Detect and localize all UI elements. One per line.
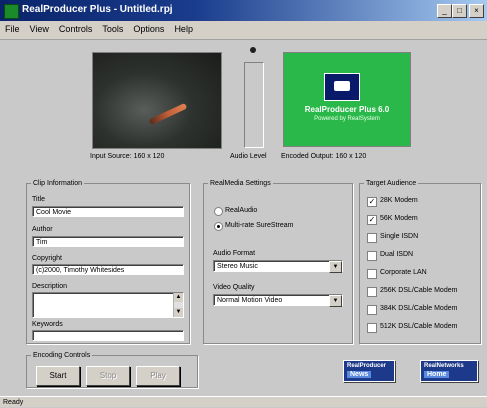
encoded-output-caption: Encoded Output: 160 x 120	[281, 153, 367, 160]
encoded-output-preview: RealProducer Plus 6.0 Powered by RealSys…	[283, 52, 411, 147]
minimize-button[interactable]: _	[437, 4, 452, 18]
target-audience-checkbox[interactable]	[367, 287, 377, 297]
target-audience-label: Corporate LAN	[380, 269, 427, 276]
realaudio-label: RealAudio	[225, 207, 258, 214]
author-field[interactable]: Tim	[32, 236, 184, 247]
target-audience-checkbox[interactable]	[367, 251, 377, 261]
target-audience-checkbox[interactable]	[367, 233, 377, 243]
realnetworks-home-button[interactable]: RealNetworks Home	[420, 360, 478, 382]
title-field[interactable]: Cool Movie	[32, 206, 184, 217]
menu-options[interactable]: Options	[128, 21, 169, 34]
author-label: Author	[32, 226, 53, 233]
keywords-field[interactable]	[32, 330, 184, 341]
encoding-controls-legend: Encoding Controls	[33, 352, 91, 359]
status-bar: Ready	[0, 396, 487, 407]
menu-view[interactable]: View	[25, 21, 54, 34]
start-button[interactable]: Start	[36, 366, 80, 386]
realproducer-logo-icon	[324, 73, 360, 101]
target-audience-label: Single ISDN	[380, 233, 419, 240]
target-audience-checkbox[interactable]	[367, 323, 377, 333]
description-scrollbar[interactable]: ▲ ▼	[173, 293, 183, 317]
news-badge-bottom: News	[347, 371, 372, 378]
target-audience-legend: Target Audience	[366, 180, 417, 187]
menu-bar: File View Controls Tools Options Help	[0, 21, 487, 40]
encoded-output-subtitle: Powered by RealSystem	[314, 116, 380, 122]
scroll-down-icon[interactable]: ▼	[174, 308, 183, 317]
realmedia-settings-legend: RealMedia Settings	[210, 180, 271, 187]
news-badge-top: RealProducer	[347, 363, 387, 369]
menu-help[interactable]: Help	[169, 21, 198, 34]
status-text: Ready	[3, 399, 24, 406]
menu-tools[interactable]: Tools	[97, 21, 128, 34]
video-quality-select[interactable]: Normal Motion Video ▼	[213, 294, 343, 307]
play-button[interactable]: Play	[136, 366, 180, 386]
target-audience-label: 256K DSL/Cable Modem	[380, 287, 458, 294]
target-audience-checkbox[interactable]	[367, 305, 377, 315]
description-field[interactable]: ▲ ▼	[32, 292, 184, 318]
title-label: Title	[32, 196, 45, 203]
video-quality-label: Video Quality	[213, 284, 255, 291]
video-quality-value: Normal Motion Video	[217, 297, 283, 304]
keywords-label: Keywords	[32, 321, 63, 328]
app-icon	[4, 4, 19, 19]
input-video-preview	[92, 52, 222, 149]
target-audience-label: 28K Modem	[380, 197, 418, 204]
stop-button[interactable]: Stop	[86, 366, 130, 386]
audio-level-caption: Audio Level	[230, 153, 267, 160]
multirate-surestream-radio[interactable]	[214, 222, 223, 231]
home-badge-bottom: Home	[424, 371, 450, 378]
title-bar[interactable]: RealProducer Plus - Untitled.rpj _ □ ×	[0, 0, 487, 21]
audio-level-meter	[244, 62, 264, 148]
audio-format-label: Audio Format	[213, 250, 256, 257]
menu-file[interactable]: File	[0, 21, 25, 34]
close-button[interactable]: ×	[469, 4, 484, 18]
video-frame-content	[148, 102, 188, 126]
copyright-field[interactable]: (c)2000, Timothy Whitesides	[32, 264, 184, 275]
target-audience-group: Target Audience	[359, 180, 481, 344]
clip-information-group: Clip Information	[26, 180, 190, 344]
window-title: RealProducer Plus - Untitled.rpj	[22, 4, 173, 15]
chevron-down-icon[interactable]: ▼	[329, 295, 342, 307]
target-audience-label: 384K DSL/Cable Modem	[380, 305, 458, 312]
home-badge-top: RealNetworks	[424, 363, 464, 369]
scroll-up-icon[interactable]: ▲	[174, 293, 183, 302]
target-audience-label: Dual ISDN	[380, 251, 414, 258]
audio-format-select[interactable]: Stereo Music ▼	[213, 260, 343, 273]
target-audience-checkbox[interactable]: ✓	[367, 215, 377, 225]
copyright-label: Copyright	[32, 255, 62, 262]
chevron-down-icon[interactable]: ▼	[329, 261, 342, 273]
clip-information-legend: Clip Information	[33, 180, 83, 187]
target-audience-label: 512K DSL/Cable Modem	[380, 323, 458, 330]
audio-level-indicator-icon	[250, 47, 256, 53]
audio-format-value: Stereo Music	[217, 263, 258, 270]
description-label: Description	[32, 283, 68, 290]
maximize-button[interactable]: □	[452, 4, 467, 18]
realproducer-news-button[interactable]: RealProducer News	[343, 360, 395, 382]
multirate-surestream-label: Multi-rate SureStream	[225, 222, 294, 229]
menu-controls[interactable]: Controls	[54, 21, 98, 34]
target-audience-checkbox[interactable]	[367, 269, 377, 279]
encoded-output-title: RealProducer Plus 6.0	[304, 105, 390, 114]
target-audience-label: 56K Modem	[380, 215, 418, 222]
realaudio-radio[interactable]	[214, 207, 223, 216]
target-audience-checkbox[interactable]: ✓	[367, 197, 377, 207]
input-source-caption: Input Source: 160 x 120	[90, 153, 165, 160]
